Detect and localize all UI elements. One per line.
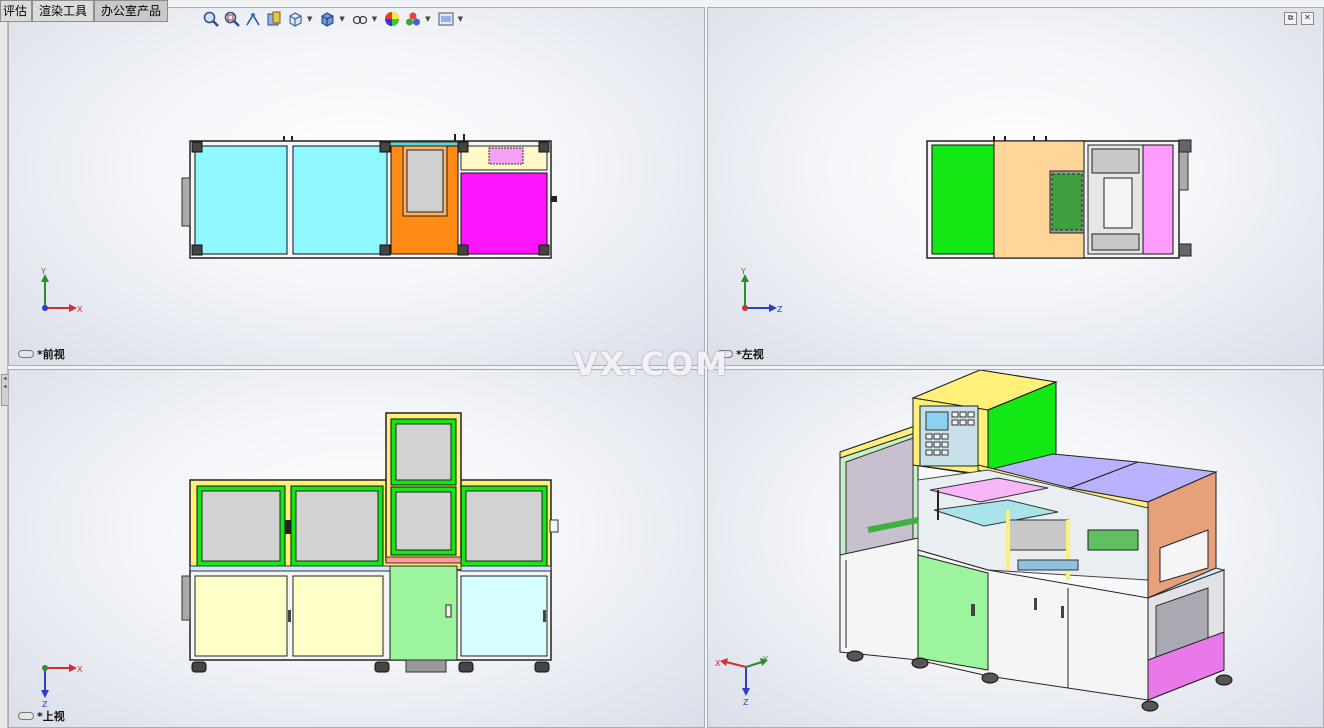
viewport-window-buttons: ⧉ ✕ xyxy=(1284,12,1314,25)
tab-render-tools[interactable]: 渲染工具 xyxy=(32,0,95,22)
section-view-icon[interactable] xyxy=(265,10,283,28)
axis-label-z: Z xyxy=(743,698,749,707)
watermark: VX.COM xyxy=(573,345,730,383)
axis-label-y: Y xyxy=(762,655,768,664)
front-view-drawing: Y X xyxy=(40,134,557,314)
chevron-down-icon[interactable]: ▼ xyxy=(372,15,377,23)
viewport-isometric[interactable]: X Y Z xyxy=(707,369,1324,728)
viewport-name: *前视 xyxy=(37,348,65,361)
axis-label-x: X xyxy=(715,659,721,668)
viewport-top[interactable]: X Z *上视 xyxy=(8,369,705,728)
viewport-label: *上视 xyxy=(18,708,65,724)
zoom-to-fit-icon[interactable] xyxy=(202,10,220,28)
viewport-label: *前视 xyxy=(18,346,65,362)
axis-label-y: Y xyxy=(740,267,746,276)
previous-view-icon[interactable] xyxy=(244,10,262,28)
viewport-left[interactable]: Y Z *左视 xyxy=(707,7,1324,366)
view-orientation-icon[interactable] xyxy=(286,10,304,28)
chevron-down-icon[interactable]: ▼ xyxy=(307,15,312,23)
feature-tree-collapsed-strip[interactable]: ◂ ◂ xyxy=(0,22,9,728)
axis-label-x: X xyxy=(77,305,83,314)
left-view-drawing: Y Z xyxy=(740,136,1192,314)
cad-application: 评估 渲染工具 办公室产品 ◂ ◂ ▼ ▼ ▼ ▼ ▼ ⧉ ✕ Y X *前视 … xyxy=(0,0,1324,728)
axis-label-z: Z xyxy=(777,305,783,314)
display-style-icon[interactable] xyxy=(318,10,336,28)
view-settings-icon[interactable] xyxy=(437,10,455,28)
chevron-down-icon[interactable]: ▼ xyxy=(339,15,344,23)
axis-label-x: X xyxy=(77,665,83,674)
axis-label-y: Y xyxy=(40,267,46,276)
scene-icon[interactable] xyxy=(404,10,422,28)
tab-evaluate[interactable]: 评估 xyxy=(0,0,33,22)
viewport-name: *左视 xyxy=(736,348,764,361)
link-view-icon[interactable] xyxy=(18,350,34,358)
command-manager-tabs: 评估 渲染工具 办公室产品 xyxy=(0,0,169,22)
viewport-front[interactable]: Y X *前视 xyxy=(8,7,705,366)
chevron-down-icon[interactable]: ▼ xyxy=(425,15,430,23)
restore-icon[interactable]: ⧉ xyxy=(1284,12,1297,25)
chevron-down-icon[interactable]: ▼ xyxy=(458,15,463,23)
viewport-name: *上视 xyxy=(37,710,65,723)
appearance-icon[interactable] xyxy=(383,10,401,28)
heads-up-view-toolbar: ▼ ▼ ▼ ▼ ▼ xyxy=(202,10,466,28)
top-view-drawing: X Z xyxy=(41,412,559,709)
link-view-icon[interactable] xyxy=(18,712,34,720)
isometric-view-drawing: X Y Z xyxy=(715,370,1233,712)
tab-office-products[interactable]: 办公室产品 xyxy=(94,0,169,22)
close-icon[interactable]: ✕ xyxy=(1301,12,1314,25)
hide-show-icon[interactable] xyxy=(351,10,369,28)
zoom-area-icon[interactable] xyxy=(223,10,241,28)
